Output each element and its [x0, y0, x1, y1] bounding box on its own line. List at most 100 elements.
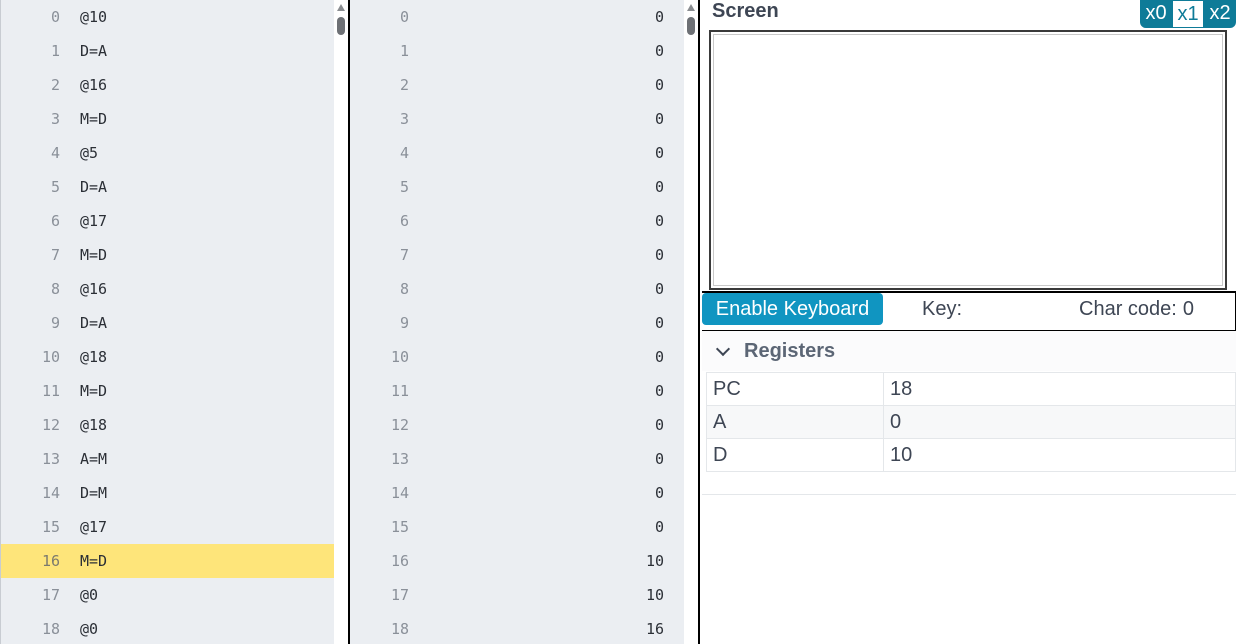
- rom-row[interactable]: 15 @17: [1, 510, 348, 544]
- ram-value[interactable]: 0: [655, 518, 664, 536]
- rom-address: 5: [50, 178, 60, 196]
- rom-address: 1: [50, 42, 60, 60]
- ram-value[interactable]: 0: [655, 450, 664, 468]
- rom-instruction: D=A: [80, 178, 108, 196]
- register-value: 10: [883, 438, 1236, 472]
- registers-toggle[interactable]: Registers: [702, 331, 1236, 371]
- ram-address: 10: [390, 348, 409, 366]
- ram-value[interactable]: 16: [646, 620, 664, 638]
- rom-row-current[interactable]: 16 M=D: [1, 544, 348, 578]
- rom-row[interactable]: 10 @18: [1, 340, 348, 374]
- ram-row[interactable]: 16 10: [350, 544, 684, 578]
- rom-row[interactable]: 6 @17: [1, 204, 348, 238]
- rom-row[interactable]: 9 D=A: [1, 306, 348, 340]
- ram-value[interactable]: 0: [655, 246, 664, 264]
- ram-row[interactable]: 30: [350, 102, 684, 136]
- rom-row[interactable]: 12 @18: [1, 408, 348, 442]
- register-value: 18: [883, 372, 1236, 406]
- ram-value[interactable]: 0: [655, 144, 664, 162]
- ram-row[interactable]: 14 0: [350, 476, 684, 510]
- rom-row[interactable]: 13 A=M: [1, 442, 348, 476]
- ram-value[interactable]: 0: [655, 348, 664, 366]
- ram-row[interactable]: 20: [350, 68, 684, 102]
- ram-value[interactable]: 0: [655, 280, 664, 298]
- rom-instruction: @18: [80, 348, 108, 366]
- scroll-up-arrow-icon[interactable]: [687, 4, 695, 11]
- ram-address: 4: [399, 144, 409, 162]
- rom-row[interactable]: 17 @0: [1, 578, 348, 612]
- ram-value[interactable]: 0: [655, 178, 664, 196]
- rom-instruction: @0: [80, 620, 99, 638]
- screen-canvas: [713, 34, 1223, 286]
- ram-address: 13: [390, 450, 409, 468]
- ram-value[interactable]: 0: [655, 76, 664, 94]
- ram-value[interactable]: 0: [655, 212, 664, 230]
- rom-row[interactable]: 1 D=A: [1, 34, 348, 68]
- ram-address: 5: [399, 178, 409, 196]
- rom-row[interactable]: 11 M=D: [1, 374, 348, 408]
- ram-row[interactable]: 12 0: [350, 408, 684, 442]
- rom-address: 17: [41, 586, 60, 604]
- register-row: D 10: [706, 438, 1236, 472]
- scroll-thumb[interactable]: [687, 17, 695, 35]
- register-name: D: [706, 438, 884, 472]
- ram-row[interactable]: 11 0: [350, 374, 684, 408]
- ram-value[interactable]: 0: [655, 42, 664, 60]
- zoom-x2-button[interactable]: x2: [1204, 0, 1236, 28]
- chevron-down-icon[interactable]: [715, 341, 731, 357]
- ram-row[interactable]: 60: [350, 204, 684, 238]
- ram-row[interactable]: 40: [350, 136, 684, 170]
- rom-row[interactable]: 3 M=D: [1, 102, 348, 136]
- rom-row[interactable]: 7 M=D: [1, 238, 348, 272]
- rom-instruction: D=A: [80, 42, 108, 60]
- ram-value[interactable]: 0: [655, 416, 664, 434]
- ram-row[interactable]: 00: [350, 0, 684, 34]
- ram-row[interactable]: 17 10: [350, 578, 684, 612]
- ram-row[interactable]: 90: [350, 306, 684, 340]
- ram-value[interactable]: 0: [655, 8, 664, 26]
- ram-value[interactable]: 0: [655, 484, 664, 502]
- registers-section: Registers PC 18 A 0 D 10: [702, 331, 1236, 644]
- ram-row[interactable]: 13 0: [350, 442, 684, 476]
- rom-row[interactable]: 18 @0: [1, 612, 348, 644]
- rom-row[interactable]: 2 @16: [1, 68, 348, 102]
- zoom-x1-button[interactable]: x1: [1172, 0, 1204, 28]
- scroll-up-arrow-icon[interactable]: [337, 4, 345, 11]
- rom-address: 12: [41, 416, 60, 434]
- rom-instruction: @16: [80, 76, 108, 94]
- ram-row[interactable]: 80: [350, 272, 684, 306]
- ram-row[interactable]: 15 0: [350, 510, 684, 544]
- enable-keyboard-button[interactable]: Enable Keyboard: [702, 293, 883, 325]
- rom-scrollbar[interactable]: [334, 0, 348, 644]
- zoom-x0-button[interactable]: x0: [1140, 0, 1172, 28]
- ram-row[interactable]: 50: [350, 170, 684, 204]
- screen-header: Screen x0 x1 x2: [702, 0, 1236, 28]
- rom-row[interactable]: 8 @16: [1, 272, 348, 306]
- ram-value[interactable]: 0: [655, 314, 664, 332]
- ram-value[interactable]: 0: [655, 382, 664, 400]
- ram-row[interactable]: 10: [350, 34, 684, 68]
- ram-value[interactable]: 10: [646, 552, 664, 570]
- scroll-thumb[interactable]: [337, 17, 345, 35]
- rom-instruction: @16: [80, 280, 108, 298]
- ram-row[interactable]: 70: [350, 238, 684, 272]
- rom-row[interactable]: 5 D=A: [1, 170, 348, 204]
- ram-address: 18: [390, 620, 409, 638]
- rom-address: 13: [41, 450, 60, 468]
- rom-row[interactable]: 0 @10: [1, 0, 348, 34]
- char-code-label: Char code:: [1079, 298, 1177, 320]
- rom-row[interactable]: 14 D=M: [1, 476, 348, 510]
- rom-row[interactable]: 4 @5: [1, 136, 348, 170]
- ram-scrollbar[interactable]: [684, 0, 698, 644]
- ram-address: 9: [399, 314, 409, 332]
- ram-address: 11: [390, 382, 409, 400]
- rom-instruction: M=D: [80, 246, 108, 264]
- ram-row[interactable]: 18 16: [350, 612, 684, 644]
- rom-panel: 0 @10 1 D=A 2 @16 3 M=D 4 @5 5 D=A 6 @17 7 M=D 8 @16 9 D=A 1…: [0, 0, 348, 644]
- register-name: A: [706, 405, 884, 439]
- ram-row[interactable]: 10 0: [350, 340, 684, 374]
- screen-title: Screen: [712, 0, 779, 22]
- ram-value[interactable]: 0: [655, 110, 664, 128]
- rom-address: 6: [50, 212, 60, 230]
- ram-value[interactable]: 10: [646, 586, 664, 604]
